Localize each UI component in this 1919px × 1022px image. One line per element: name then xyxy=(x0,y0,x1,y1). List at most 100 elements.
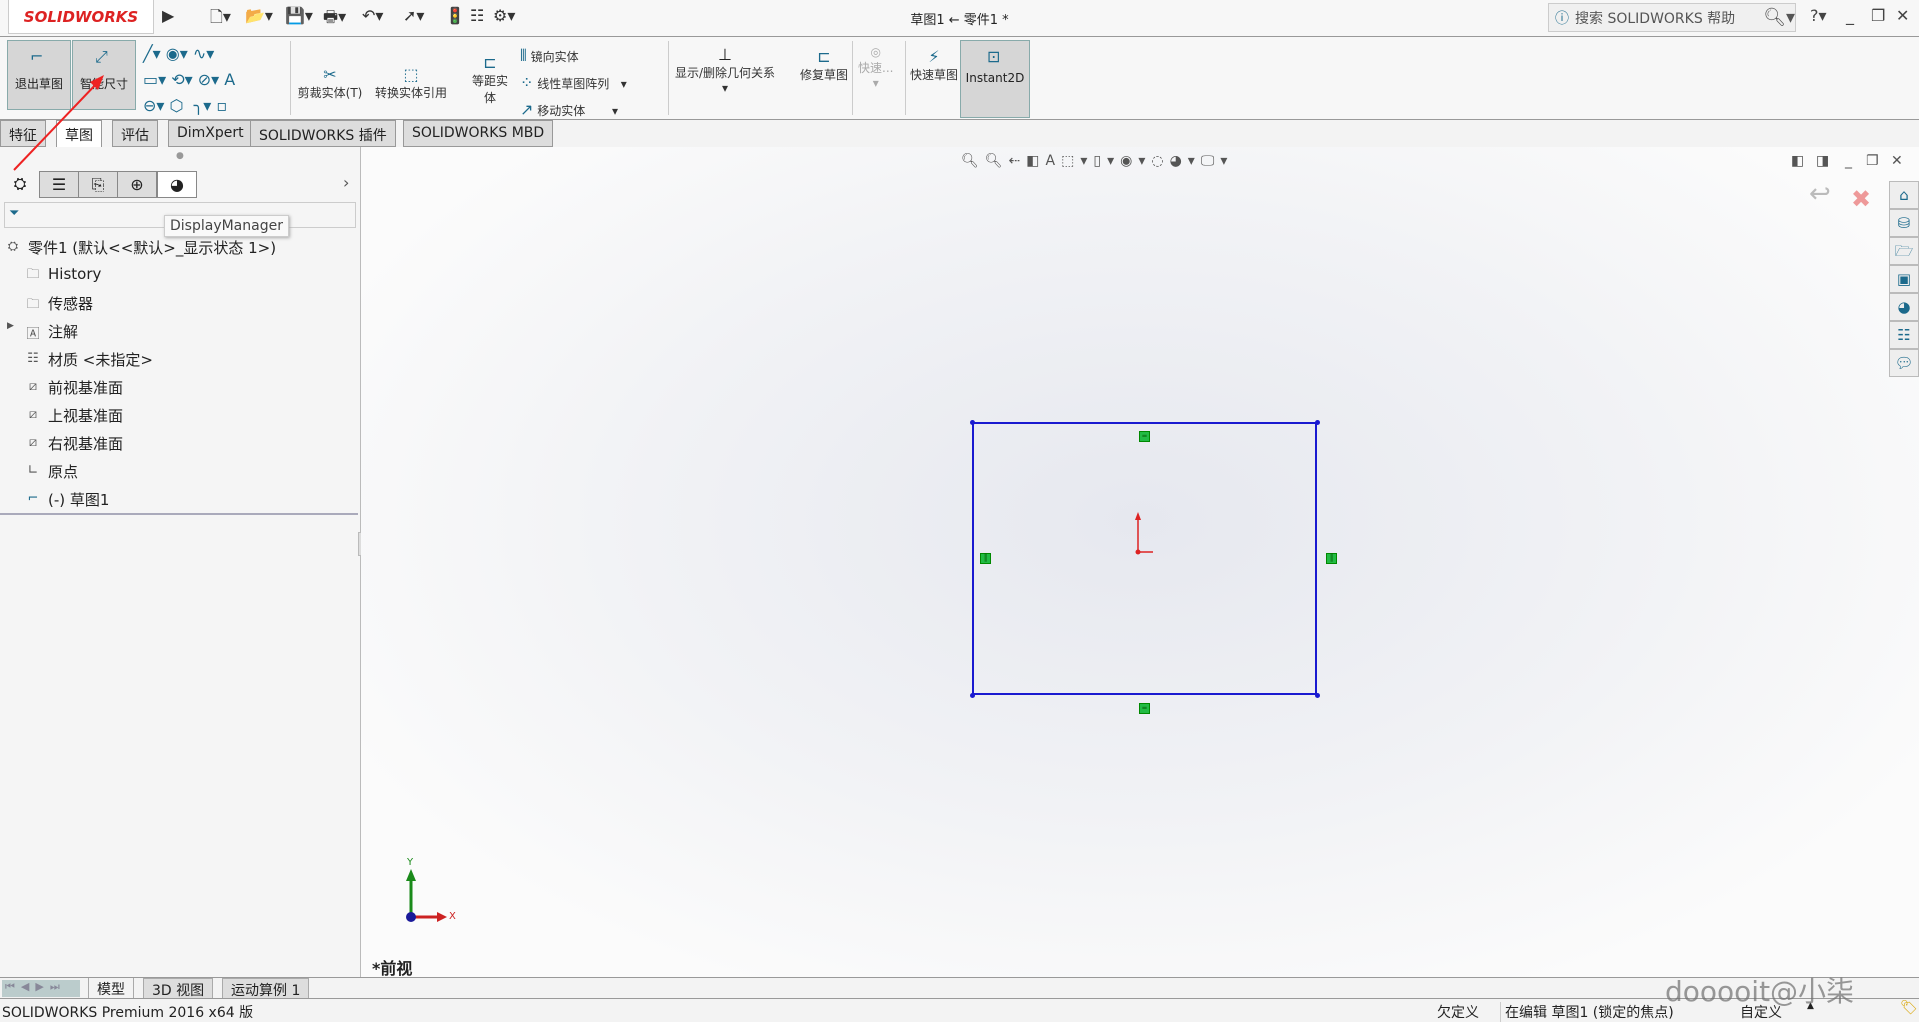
view-orientation-label: *前视 xyxy=(372,959,413,978)
graphics-area[interactable]: 🔍︎🔍︎⇠◧A⬚▾▯▾◉▾◌◕▾🖵▾ ◧ ◨ _ ❐ ✕ ↩ ✖ ═ ═ ║ ║… xyxy=(361,147,1919,978)
material-icon: ☷ xyxy=(27,350,39,366)
tree-item-sketch1[interactable]: ⌐ (-) 草图1 xyxy=(24,489,110,510)
edit-appearance-icon: ◌ xyxy=(1151,153,1170,169)
help-search[interactable]: ⓘ 搜索 SOLIDWORKS 帮助 🔍︎▾ xyxy=(1548,3,1796,32)
sketch-origin-icon xyxy=(1135,512,1153,555)
appearances-icon[interactable]: ◕ xyxy=(1889,293,1919,321)
relations-button[interactable]: ⊥ 显示/删除几何关系 ▾ xyxy=(675,45,775,95)
sketch-point[interactable] xyxy=(970,693,975,698)
repair-sketch-button[interactable]: ⊏ 修复草图 xyxy=(800,47,848,83)
design-library-icon[interactable]: ⛁ xyxy=(1889,209,1919,237)
status-bar: SOLIDWORKS Premium 2016 x64 版 欠定义 在编辑 草图… xyxy=(0,998,1919,1022)
confirmation-corner-exit-icon[interactable]: ↩ xyxy=(1809,179,1831,209)
part-icon: ⛭ xyxy=(7,238,19,254)
tree-item-front-plane[interactable]: ⧄ 前视基准面 xyxy=(24,377,123,398)
editing-status: 在编辑 草图1 (锁定的焦点) xyxy=(1500,1002,1674,1022)
sketch-point[interactable] xyxy=(1315,420,1320,425)
sketch-rectangle[interactable] xyxy=(972,422,1317,695)
command-manager: ⌐ 退出草图 ⤢ 智能尺寸 ╱▾ ◉▾ ∿▾ ▭▾ ⟲▾ ⊘▾ A ⊖▾ ⬡ ╮▾ ▫ … xyxy=(0,37,1919,120)
annotation-arrow xyxy=(13,75,104,171)
forum-icon[interactable]: 💬︎ xyxy=(1889,349,1919,377)
tab-dimxpert[interactable]: DimXpert xyxy=(168,120,253,147)
filter-icon: ⏷ xyxy=(9,206,20,221)
confirmation-corner-cancel-icon[interactable]: ✖ xyxy=(1851,185,1871,213)
doc-minimize-icon[interactable]: _ xyxy=(1845,153,1852,169)
view-orientation-icon: ⬚▾ xyxy=(1061,153,1094,169)
tree-item-annotations[interactable]: 🄰 注解 xyxy=(24,321,78,342)
tab-scroll-arrows[interactable]: ⏮◀▶⏭ xyxy=(2,980,80,997)
plane-icon: ⧄ xyxy=(28,406,38,422)
convert-icon: ⬚ xyxy=(403,65,419,84)
convert-entities-button[interactable]: ⬚ 转换实体引用 xyxy=(375,65,447,101)
tree-item-sensors[interactable]: 🗀 传感器 xyxy=(24,293,93,314)
close-icon[interactable]: ✕ xyxy=(1896,6,1909,25)
expand-arrow-icon[interactable]: ▶ xyxy=(7,321,14,331)
slot-icon: ⊖▾ ⬡ ╮▾ ▫ xyxy=(143,96,228,115)
restore-icon[interactable]: ❐ xyxy=(1871,6,1885,25)
tooltip: DisplayManager xyxy=(164,215,289,237)
display-style-icon: ▯▾ xyxy=(1093,153,1121,169)
tab-mbd[interactable]: SOLIDWORKS MBD xyxy=(403,120,554,147)
relations-icon: ⊥ xyxy=(718,45,732,64)
splitter-handle[interactable]: ● xyxy=(176,151,184,161)
minimize-icon[interactable]: _ xyxy=(1846,6,1854,25)
custom-properties-icon[interactable]: ☷ xyxy=(1889,321,1919,349)
horizontal-relation-icon[interactable]: ═ xyxy=(1139,431,1150,442)
vertical-relation-icon[interactable]: ║ xyxy=(980,553,991,564)
search-input[interactable]: 搜索 SOLIDWORKS 帮助 xyxy=(1575,8,1735,28)
history-folder-icon: 🗀 xyxy=(26,267,40,282)
sketch-point[interactable] xyxy=(1315,693,1320,698)
offset-button[interactable]: ⊏ 等距实体 xyxy=(467,53,513,106)
quick-snaps-icon: ◎ xyxy=(870,45,881,59)
task-pane-tabs: ⌂ ⛁ 🗁 ▣ ◕ ☷ 💬︎ xyxy=(1889,181,1919,377)
tree-item-part[interactable]: ⛭ 零件1 (默认<<默认>_显示状态 1>) xyxy=(4,237,276,258)
vertical-relation-icon[interactable]: ║ xyxy=(1326,553,1337,564)
previous-view-icon: ⇠ xyxy=(1008,153,1027,169)
tree-item-origin[interactable]: ∟ 原点 xyxy=(24,461,78,482)
display-manager-tab-icon[interactable]: ◕ xyxy=(157,171,197,198)
quick-snaps-button[interactable]: ◎ 快速... ▾ xyxy=(858,45,893,90)
tree-item-material[interactable]: ☷ 材质 <未指定> xyxy=(24,349,153,370)
tab-addins[interactable]: SOLIDWORKS 插件 xyxy=(250,120,396,147)
feature-manager-panel: ● ⛭ ☰ ⎘ ⊕ ◕ › ⏷ DisplayManager ⛭ 零件1 (默认<… xyxy=(0,147,366,977)
doc-close-icon[interactable]: ✕ xyxy=(1891,153,1903,169)
chevron-right-icon[interactable]: › xyxy=(343,173,349,192)
mirror-button[interactable]: ⫴ 镜向实体 xyxy=(520,43,627,70)
linear-pattern-button[interactable]: ⁘ 线性草图阵列 ▾ xyxy=(520,70,627,97)
line-icon: ╱▾ ◉▾ ∿▾ xyxy=(143,44,215,63)
bottom-tabs: ⏮◀▶⏭ 模型 3D 视图 运动算例 1 xyxy=(0,977,1919,999)
tab-motion-study[interactable]: 运动算例 1 xyxy=(222,978,310,999)
tab-model[interactable]: 模型 xyxy=(88,978,134,999)
help-menu-icon[interactable]: ?▾ xyxy=(1810,6,1827,25)
doc-restore-icon[interactable]: ❐ xyxy=(1866,153,1879,169)
heads-up-view-toolbar[interactable]: 🔍︎🔍︎⇠◧A⬚▾▯▾◉▾◌◕▾🖵▾ xyxy=(961,153,1381,169)
command-tabs: 特征 草图 评估 DimXpert SOLIDWORKS 插件 SOLIDWOR… xyxy=(0,120,1919,147)
triad-x-label: X xyxy=(449,911,456,922)
sketch-entity-tools[interactable]: ╱▾ ◉▾ ∿▾ ▭▾ ⟲▾ ⊘▾ A ⊖▾ ⬡ ╮▾ ▫ xyxy=(143,41,283,119)
tag-icon[interactable]: 🏷︎ xyxy=(1900,1000,1918,1016)
rapid-sketch-button[interactable]: ⚡ 快速草图 xyxy=(910,47,958,83)
help-icon: ⓘ xyxy=(1555,10,1569,27)
pattern-icon: ⁘ xyxy=(520,73,534,92)
tree-item-history[interactable]: 🗀 History xyxy=(24,265,101,283)
trim-button[interactable]: ✂ 剪裁实体(T) xyxy=(295,65,365,101)
plane-icon: ⧄ xyxy=(28,434,38,450)
view-palette-icon[interactable]: ▣ xyxy=(1889,265,1919,293)
watermark: dooooit@小柒 xyxy=(1665,975,1855,1008)
file-explorer-icon[interactable]: 🗁 xyxy=(1889,237,1919,265)
mirror-icon: ⫴ xyxy=(520,46,527,65)
tile-left-icon[interactable]: ◧ xyxy=(1791,153,1804,169)
apply-scene-icon: ◕▾ xyxy=(1169,153,1201,169)
tree-item-right-plane[interactable]: ⧄ 右视基准面 xyxy=(24,433,123,454)
instant2d-button[interactable]: ⊡ Instant2D xyxy=(960,40,1030,118)
home-icon[interactable]: ⌂ xyxy=(1889,181,1919,209)
plane-icon: ⧄ xyxy=(28,378,38,394)
repair-icon: ⊏ xyxy=(817,47,831,66)
search-icon[interactable]: 🔍︎▾ xyxy=(1763,7,1795,28)
tile-right-icon[interactable]: ◨ xyxy=(1816,153,1829,169)
horizontal-relation-icon[interactable]: ═ xyxy=(1139,703,1150,714)
sketch-point[interactable] xyxy=(970,420,975,425)
tab-3d-views[interactable]: 3D 视图 xyxy=(143,978,214,999)
tree-item-top-plane[interactable]: ⧄ 上视基准面 xyxy=(24,405,123,426)
sensor-folder-icon: 🗀 xyxy=(26,296,40,312)
